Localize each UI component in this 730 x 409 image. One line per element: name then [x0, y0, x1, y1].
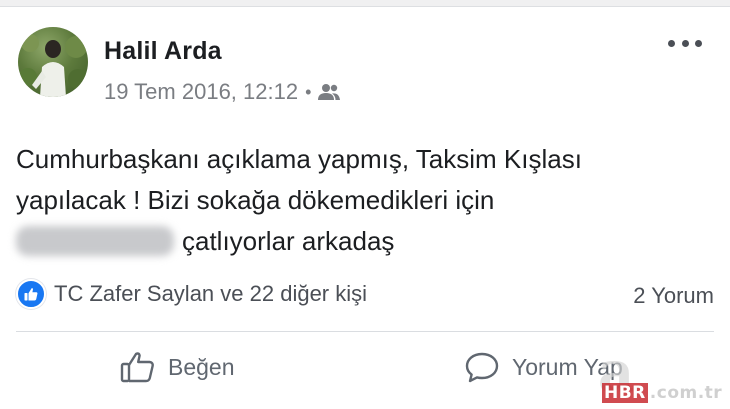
- more-options-icon[interactable]: [668, 33, 702, 53]
- watermark-text: HBR .com.tr: [602, 383, 722, 403]
- comment-button-label: Yorum Yap: [512, 353, 623, 380]
- thumbs-up-icon: [120, 352, 154, 383]
- avatar-photo: [19, 34, 88, 97]
- like-button-label: Beğen: [168, 353, 235, 380]
- more-dot: [668, 39, 675, 47]
- reactions-text: TC Zafer Saylan ve 22 diğer kişi: [54, 281, 368, 306]
- reactions-summary[interactable]: TC Zafer Saylan ve 22 diğer kişi: [16, 279, 367, 309]
- more-dot: [681, 39, 689, 47]
- watermark-domain: .com.tr: [649, 383, 723, 403]
- thumbs-up-glyph: [24, 288, 38, 301]
- post-text-line-end: çatlıyorlar arkadaş: [182, 226, 395, 256]
- post-meta: 19 Tem 2016, 12:12 •: [104, 79, 341, 105]
- comment-button[interactable]: Yorum Yap: [464, 351, 623, 383]
- comment-bubble-icon: [465, 352, 499, 383]
- post-text: Cumhurbaşkanı açıklama yapmış, Taksim Kı…: [16, 139, 716, 262]
- friends-icon: [318, 84, 341, 100]
- author-name[interactable]: Halil Arda: [104, 37, 222, 66]
- comments-count[interactable]: 2 Yorum: [633, 283, 714, 309]
- post-timestamp[interactable]: 19 Tem 2016, 12:12: [104, 79, 298, 105]
- like-button[interactable]: Beğen: [120, 351, 235, 383]
- divider: [16, 331, 714, 332]
- watermark-brand: HBR: [602, 383, 648, 403]
- meta-separator: •: [305, 81, 312, 102]
- facebook-post-card: Halil Arda 19 Tem 2016, 12:12 • Cumhurba…: [0, 6, 730, 409]
- more-dot: [695, 39, 702, 47]
- post-text-line: çatlıyorlar arkadaş: [16, 221, 716, 262]
- avatar[interactable]: [18, 27, 88, 97]
- redacted-text: [16, 226, 174, 256]
- like-icon: [16, 279, 46, 309]
- post-text-line: Cumhurbaşkanı açıklama yapmış, Taksim Kı…: [16, 144, 582, 174]
- post-text-line: yapılacak ! Bizi sokağa dökemedikleri iç…: [16, 185, 495, 215]
